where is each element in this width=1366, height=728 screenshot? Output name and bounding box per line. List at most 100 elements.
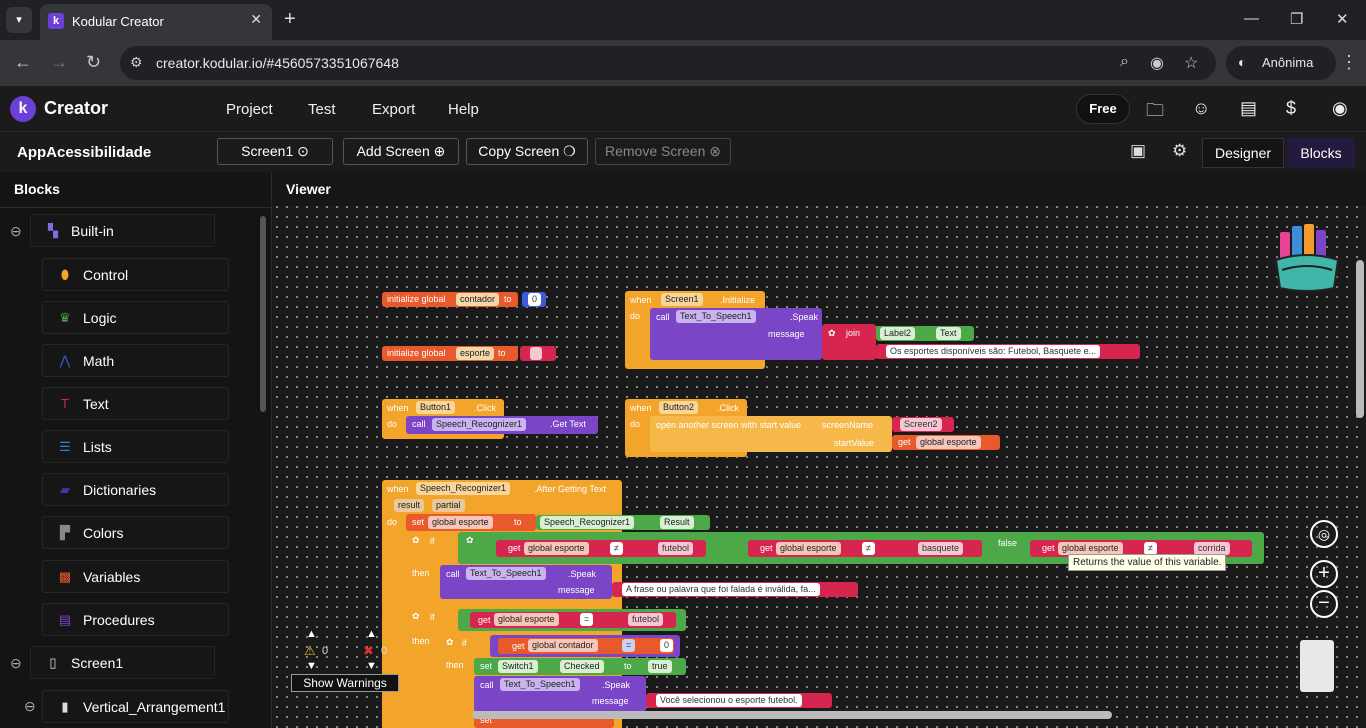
property-dropdown[interactable]: Text (936, 327, 961, 340)
join-block[interactable]: ✿ join (822, 324, 876, 360)
gallery-icon[interactable]: ▣ (1130, 141, 1146, 161)
category-math[interactable]: ⋀ Math (42, 344, 229, 377)
operator-dropdown[interactable]: = (622, 639, 636, 652)
intro-string-block[interactable]: Os esportes disponíveis são: Futebol, Ba… (876, 344, 1140, 359)
close-tab-icon[interactable]: ✕ (250, 11, 262, 28)
gear-icon[interactable]: ✿ (466, 535, 474, 546)
browser-tab[interactable]: k Kodular Creator ✕ (40, 4, 272, 40)
number-field[interactable]: 0 (660, 639, 674, 652)
string-field[interactable]: Os esportes disponíveis são: Futebol, Ba… (886, 345, 1101, 358)
blocks-tab[interactable]: Blocks (1287, 138, 1355, 168)
equals-contador[interactable]: get global contador = 0 (490, 635, 680, 657)
backpack-icon[interactable] (1272, 220, 1342, 294)
operator-dropdown[interactable]: ≠ (862, 542, 875, 555)
warning-next-icon[interactable]: ▼ (306, 660, 317, 672)
var-name-field[interactable]: contador (456, 293, 500, 306)
component-dropdown[interactable]: Screen1 (661, 293, 703, 306)
string-field[interactable]: Você selecionou o esporte futebol. (656, 694, 802, 707)
compare-eq-futebol[interactable]: get global esporte = futebol (470, 612, 676, 628)
tts-speak-invalid[interactable]: call Text_To_Speech1 .Speak message (440, 565, 612, 599)
screen1-node[interactable]: ▯ Screen1 (30, 646, 215, 679)
copy-screen-button[interactable]: Copy Screen ❍ (466, 138, 588, 165)
browser-menu-icon[interactable]: ⋮ (1340, 52, 1358, 73)
component-dropdown[interactable]: Speech_Recognizer1 (540, 516, 635, 529)
vertical-arrangement-node[interactable]: ▮ Vertical_Arrangement1 (42, 690, 229, 723)
futebol-msg-string[interactable]: Você selecionou o esporte futebol. (646, 693, 832, 708)
menu-project[interactable]: Project (226, 101, 273, 118)
category-text[interactable]: T Text (42, 387, 229, 420)
variable-dropdown[interactable]: global esporte (524, 542, 589, 555)
gear-icon[interactable]: ✿ (412, 535, 420, 546)
property-dropdown[interactable]: Checked (560, 660, 604, 673)
component-dropdown[interactable]: Button1 (416, 401, 456, 414)
bookmark-star-icon[interactable]: ☆ (1184, 53, 1198, 73)
gear-icon[interactable]: ✿ (828, 328, 836, 339)
screen-select[interactable]: Screen1 ⊙ (217, 138, 333, 165)
string-field[interactable]: futebol (658, 542, 694, 555)
operator-dropdown[interactable]: ≠ (610, 542, 623, 555)
category-colors[interactable]: ▛ Colors (42, 516, 229, 549)
component-dropdown[interactable]: Text_To_Speech1 (466, 567, 546, 580)
component-dropdown[interactable]: Switch1 (498, 660, 538, 673)
collapse-screen-icon[interactable]: ⊖ (10, 655, 22, 672)
init-contador-block[interactable]: initialize global contador to (382, 292, 518, 307)
menu-test[interactable]: Test (308, 101, 336, 118)
reload-icon[interactable]: ↻ (86, 52, 101, 73)
component-dropdown[interactable]: Label2 (880, 327, 916, 340)
zoom-in-icon[interactable]: + (1310, 560, 1338, 588)
collapse-builtin-icon[interactable]: ⊖ (10, 223, 22, 240)
label-text-getter[interactable]: Label2 Text (876, 326, 974, 341)
zoom-icon[interactable]: ⌕ (1120, 53, 1129, 71)
settings-gear-icon[interactable]: ⚙ (1172, 141, 1187, 161)
docs-icon[interactable]: ▤ (1240, 98, 1257, 119)
recenter-icon[interactable]: ◎ (1310, 520, 1338, 548)
minimize-icon[interactable]: — (1244, 10, 1259, 27)
eye-off-icon[interactable]: ◉ (1150, 53, 1164, 73)
variable-dropdown[interactable]: global esporte (916, 436, 981, 449)
menu-help[interactable]: Help (448, 101, 479, 118)
blocks-viewer[interactable]: Viewer initialize global contador to 0 i… (272, 172, 1366, 728)
builtin-node[interactable]: ▚ Built-in (30, 214, 215, 247)
component-dropdown[interactable]: Speech_Recognizer1 (416, 482, 511, 495)
viewer-vertical-scrollbar[interactable] (1356, 260, 1364, 418)
nested-if-block[interactable]: ✿ if then (440, 634, 476, 728)
category-dictionaries[interactable]: ▰ Dictionaries (42, 473, 229, 506)
number-block[interactable]: 0 (522, 292, 546, 307)
set-switch-checked[interactable]: set Switch1 Checked to true (474, 658, 686, 675)
viewer-horizontal-scrollbar[interactable] (472, 711, 1112, 719)
gear-icon[interactable]: ✿ (446, 637, 454, 648)
address-bar[interactable]: ⚙ creator.kodular.io/#4560573351067648 ⌕… (120, 46, 1216, 80)
warning-prev-icon[interactable]: ▲ (306, 628, 317, 640)
empty-string-block[interactable] (520, 346, 556, 361)
equals-futebol[interactable]: get global esporte = futebol (458, 609, 686, 631)
speech-gettext-call[interactable]: call Speech_Recognizer1 .Get Text (406, 416, 598, 434)
operator-dropdown[interactable]: = (580, 613, 594, 626)
component-dropdown[interactable]: Text_To_Speech1 (500, 678, 580, 691)
boolean-dropdown[interactable]: true (648, 660, 672, 673)
pricing-icon[interactable]: $ (1286, 98, 1296, 119)
restore-icon[interactable]: ❐ (1290, 10, 1303, 28)
add-screen-button[interactable]: Add Screen ⊕ (343, 138, 459, 165)
screen2-string[interactable]: Screen2 (892, 417, 954, 432)
speech-result-getter[interactable]: Speech_Recognizer1 Result (536, 515, 710, 530)
site-settings-icon[interactable]: ⚙ (130, 54, 143, 71)
trash-icon[interactable] (1300, 640, 1334, 692)
plan-badge[interactable]: Free (1076, 94, 1130, 124)
tab-search-button[interactable]: ▾ (6, 7, 32, 33)
remove-screen-button[interactable]: Remove Screen ⊗ (595, 138, 731, 165)
set-esporte-block[interactable]: set global esporte to (406, 514, 536, 531)
init-esporte-block[interactable]: initialize global esporte to (382, 346, 518, 361)
collapse-arrangement-icon[interactable]: ⊖ (24, 698, 36, 715)
incognito-indicator[interactable]: ◐ Anônima (1226, 46, 1336, 80)
param-partial[interactable]: partial (432, 499, 465, 512)
designer-tab[interactable]: Designer (1202, 138, 1284, 168)
category-variables[interactable]: ▩ Variables (42, 560, 229, 593)
forward-icon[interactable]: → (50, 52, 68, 73)
category-procedures[interactable]: ▤ Procedures (42, 603, 229, 636)
tts-speak-futebol[interactable]: call Text_To_Speech1 .Speak message (474, 676, 646, 712)
variable-dropdown[interactable]: global contador (528, 639, 598, 652)
get-esporte-block[interactable]: get global esporte (892, 435, 1000, 450)
component-dropdown[interactable]: Speech_Recognizer1 (432, 418, 527, 431)
property-dropdown[interactable]: Result (660, 516, 694, 529)
invalid-msg-string[interactable]: A frase ou palavra que foi falada é invá… (612, 582, 858, 597)
